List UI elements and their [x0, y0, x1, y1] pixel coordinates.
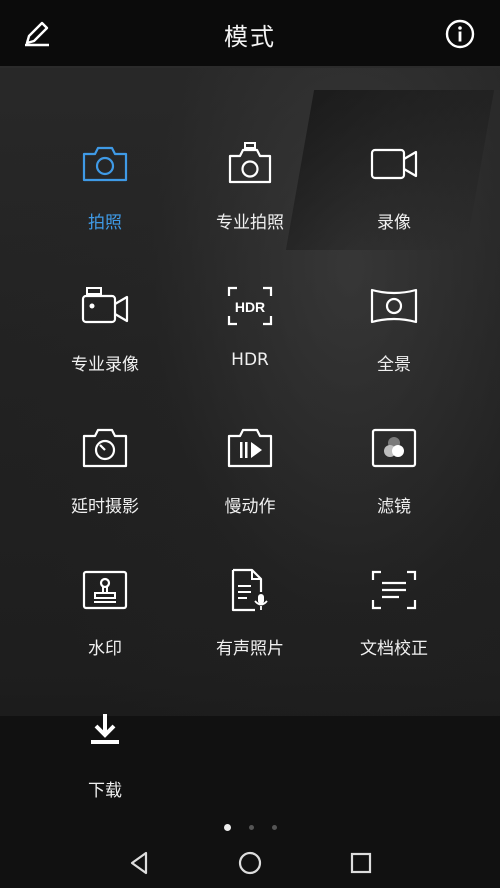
mode-label: 专业录像 — [71, 355, 139, 375]
watermark-icon — [82, 570, 128, 610]
camera-icon — [82, 146, 128, 182]
mode-item-download[interactable]: 下载 — [33, 710, 177, 801]
page-dot-active[interactable] — [223, 824, 231, 831]
mode-item-time-lapse[interactable]: 延时摄影 — [33, 426, 177, 517]
audio-photo-icon — [231, 568, 268, 612]
pro-camera-icon — [228, 142, 272, 184]
page-title: 模式 — [224, 23, 276, 51]
filter-icon — [371, 428, 417, 468]
mode-item-document-scan[interactable]: 文档校正 — [322, 568, 466, 659]
mode-item-slow-motion[interactable]: 慢动作 — [178, 426, 322, 517]
mode-label: 文档校正 — [360, 639, 428, 659]
top-bar: 模式 — [0, 0, 500, 68]
mode-label: HDR — [231, 350, 269, 370]
hdr-icon: HDR — [227, 286, 273, 326]
mode-label: 有声照片 — [216, 639, 284, 659]
page-dot[interactable] — [248, 825, 254, 830]
mode-label: 全景 — [377, 355, 411, 375]
mode-item-photo[interactable]: 拍照 — [33, 142, 177, 233]
mode-item-audio-photo[interactable]: 有声照片 — [178, 568, 322, 659]
back-icon[interactable] — [127, 850, 153, 876]
slow-motion-icon — [227, 428, 273, 468]
system-nav-bar — [0, 838, 500, 888]
info-icon[interactable] — [444, 18, 476, 50]
mode-label: 水印 — [88, 639, 122, 659]
home-icon[interactable] — [237, 850, 263, 876]
panorama-icon — [370, 288, 418, 324]
download-icon — [91, 714, 119, 744]
mode-item-watermark[interactable]: 水印 — [33, 568, 177, 659]
mode-item-video[interactable]: 录像 — [322, 142, 466, 233]
mode-item-panorama[interactable]: 全景 — [322, 284, 466, 375]
mode-label: 慢动作 — [224, 497, 276, 517]
mode-label: 拍照 — [88, 213, 122, 233]
mode-item-pro-photo[interactable]: 专业拍照 — [178, 142, 322, 233]
recents-icon[interactable] — [348, 850, 374, 876]
mode-label: 录像 — [377, 213, 411, 233]
svg-text:HDR: HDR — [235, 299, 265, 315]
video-icon — [370, 148, 418, 180]
time-lapse-icon — [82, 428, 128, 468]
mode-label: 滤镜 — [377, 497, 411, 517]
mode-label: 延时摄影 — [71, 497, 139, 517]
mode-item-hdr[interactable]: HDR HDR — [178, 284, 322, 370]
pro-video-icon — [81, 287, 129, 324]
page-dot[interactable] — [271, 825, 277, 830]
mode-item-pro-video[interactable]: 专业录像 — [33, 284, 177, 375]
mode-item-filter[interactable]: 滤镜 — [322, 426, 466, 517]
mode-label: 下载 — [88, 781, 122, 801]
document-scan-icon — [371, 570, 417, 610]
page-indicator — [0, 824, 500, 831]
mode-label: 专业拍照 — [216, 213, 284, 233]
